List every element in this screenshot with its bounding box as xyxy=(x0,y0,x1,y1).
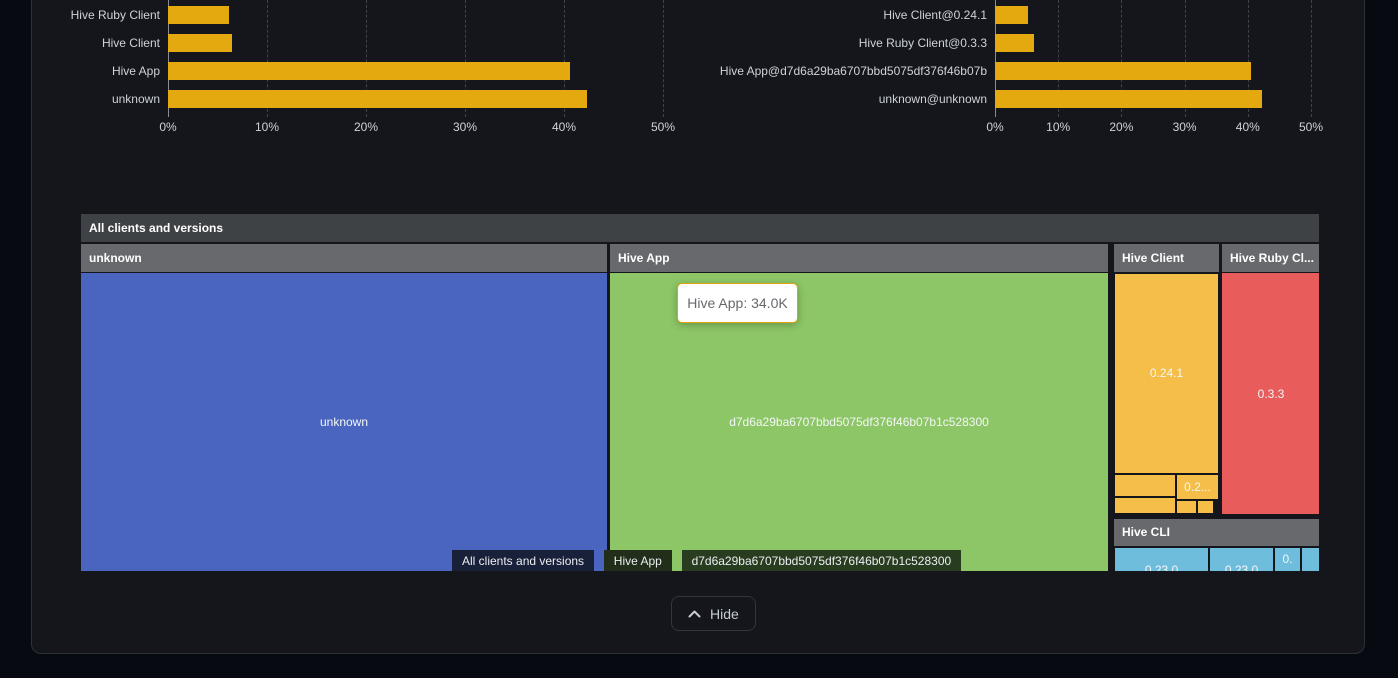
treemap-section-header-hive-app[interactable]: Hive App xyxy=(610,244,1108,272)
node-label: d7d6a29ba6707bbd5075df376f46b07b1c528300 xyxy=(729,415,989,429)
treemap-node-hive-client-minor[interactable] xyxy=(1177,501,1196,513)
axis-tick-label: 50% xyxy=(651,120,675,134)
chevron-right-icon: ❯ xyxy=(671,547,683,571)
treemap-breadcrumb: All clients and versions ❯ Hive App ❯ d7… xyxy=(452,550,961,571)
section-header-label: unknown xyxy=(81,244,607,272)
axis-tick-label: 0% xyxy=(159,120,176,134)
bar-row: unknown@unknown xyxy=(995,90,1311,108)
treemap-section-hive-client[interactable]: Hive Client 0.24.1 0.2... xyxy=(1114,244,1219,514)
hide-button-label: Hide xyxy=(710,606,739,622)
category-label: unknown xyxy=(112,92,160,106)
bar-row: Hive App xyxy=(168,62,663,80)
axis-tick-label: 30% xyxy=(1173,120,1197,134)
node-label: 0.24.1 xyxy=(1115,366,1218,380)
gridline xyxy=(1311,0,1312,117)
treemap-section-header-hive-ruby-client[interactable]: Hive Ruby Cl... xyxy=(1222,244,1319,272)
bar[interactable] xyxy=(995,62,1251,80)
treemap-section-header-hive-cli[interactable]: Hive CLI xyxy=(1114,519,1319,546)
section-header-label: Hive Ruby Cl... xyxy=(1222,244,1319,272)
axis-tick-label: 20% xyxy=(354,120,378,134)
category-label: Hive Client xyxy=(102,36,160,50)
treemap-node-hive-cli-3[interactable]: 0. xyxy=(1275,548,1300,571)
bar-row: Hive App@d7d6a29ba6707bbd5075df376f46b07… xyxy=(995,62,1311,80)
chevron-up-icon xyxy=(688,610,701,618)
node-label: 0.2... xyxy=(1177,480,1218,494)
treemap-node-hive-client-0-24-1[interactable]: 0.24.1 xyxy=(1115,274,1218,473)
axis-tick-label: 40% xyxy=(1236,120,1260,134)
bar[interactable] xyxy=(168,6,229,24)
treemap-section-header-unknown[interactable]: unknown xyxy=(81,244,607,272)
treemap-node-hive-client-minor[interactable] xyxy=(1198,501,1213,513)
treemap-node-unknown[interactable]: unknown xyxy=(81,273,607,571)
breadcrumb-item-root[interactable]: All clients and versions xyxy=(452,550,594,571)
chevron-right-icon: ❯ xyxy=(593,547,605,571)
treemap-section-unknown[interactable]: unknown unknown xyxy=(81,244,607,571)
category-label: unknown@unknown xyxy=(879,92,987,106)
section-header-label: Hive CLI xyxy=(1114,519,1319,546)
node-label: 0.23.0 xyxy=(1115,563,1208,571)
bar-row: Hive Client@0.24.1 xyxy=(995,6,1311,24)
gridline xyxy=(663,0,664,117)
treemap-node-hive-client-0-2[interactable]: 0.2... xyxy=(1177,475,1218,499)
bar[interactable] xyxy=(995,6,1028,24)
bar[interactable] xyxy=(168,62,570,80)
node-label: 0.3.3 xyxy=(1258,387,1285,401)
breadcrumb-item-hive-app[interactable]: Hive App xyxy=(604,550,672,571)
axis-tick-label: 10% xyxy=(1046,120,1070,134)
treemap-root-header[interactable]: All clients and versions xyxy=(81,214,1319,242)
axis-tick-label: 30% xyxy=(453,120,477,134)
treemap-node-hive-client-minor[interactable] xyxy=(1115,475,1175,496)
axis-tick-label: 20% xyxy=(1109,120,1133,134)
tooltip-text: Hive App: 34.0K xyxy=(687,295,787,311)
treemap-node-hive-cli-2[interactable]: 0.23.0 xyxy=(1210,548,1273,571)
breadcrumb-item-version[interactable]: d7d6a29ba6707bbd5075df376f46b07b1c528300 xyxy=(682,550,962,571)
bar[interactable] xyxy=(995,34,1034,52)
node-label: 0.23.0 xyxy=(1210,563,1273,571)
treemap-tooltip: Hive App: 34.0K xyxy=(677,283,798,323)
category-label: Hive Ruby Client xyxy=(71,8,160,22)
treemap-section-hive-ruby-client[interactable]: Hive Ruby Cl... 0.3.3 xyxy=(1222,244,1319,514)
bar[interactable] xyxy=(168,34,232,52)
clients-share-bar-chart[interactable]: 0%10%20%30%40%50%Hive Ruby ClientHive Cl… xyxy=(168,0,663,140)
treemap-node-hive-ruby-client[interactable]: 0.3.3 xyxy=(1222,273,1319,514)
section-header-label: Hive App xyxy=(610,244,1108,272)
treemap-title: All clients and versions xyxy=(81,214,1319,242)
client-versions-share-bar-chart[interactable]: 0%10%20%30%40%50%Hive Client@0.24.1Hive … xyxy=(995,0,1311,140)
treemap-node-hive-cli-4[interactable] xyxy=(1302,548,1319,571)
bar-row: Hive Ruby Client xyxy=(168,6,663,24)
bar-row: unknown xyxy=(168,90,663,108)
axis-tick-label: 0% xyxy=(986,120,1003,134)
axis-tick-label: 10% xyxy=(255,120,279,134)
treemap-node-hive-client-minor[interactable] xyxy=(1115,498,1175,513)
axis-tick-label: 50% xyxy=(1299,120,1323,134)
category-label: Hive Client@0.24.1 xyxy=(883,8,987,22)
bar-row: Hive Ruby Client@0.3.3 xyxy=(995,34,1311,52)
bar[interactable] xyxy=(995,90,1262,108)
node-label: 0. xyxy=(1275,552,1300,566)
treemap-section-header-hive-client[interactable]: Hive Client xyxy=(1114,244,1219,272)
treemap-node-hive-cli-1[interactable]: 0.23.0 xyxy=(1115,548,1208,571)
bar-row: Hive Client xyxy=(168,34,663,52)
treemap-section-hive-cli[interactable]: Hive CLI 0.23.0 0.23.0 0. xyxy=(1114,519,1319,571)
clients-treemap[interactable]: All clients and versions unknown unknown… xyxy=(81,214,1319,571)
hide-button[interactable]: Hide xyxy=(671,596,756,631)
category-label: Hive Ruby Client@0.3.3 xyxy=(859,36,987,50)
axis-tick-label: 40% xyxy=(552,120,576,134)
node-label: unknown xyxy=(320,415,368,429)
section-header-label: Hive Client xyxy=(1114,244,1219,272)
category-label: Hive App xyxy=(112,64,160,78)
category-label: Hive App@d7d6a29ba6707bbd5075df376f46b07… xyxy=(720,64,987,78)
bar[interactable] xyxy=(168,90,587,108)
